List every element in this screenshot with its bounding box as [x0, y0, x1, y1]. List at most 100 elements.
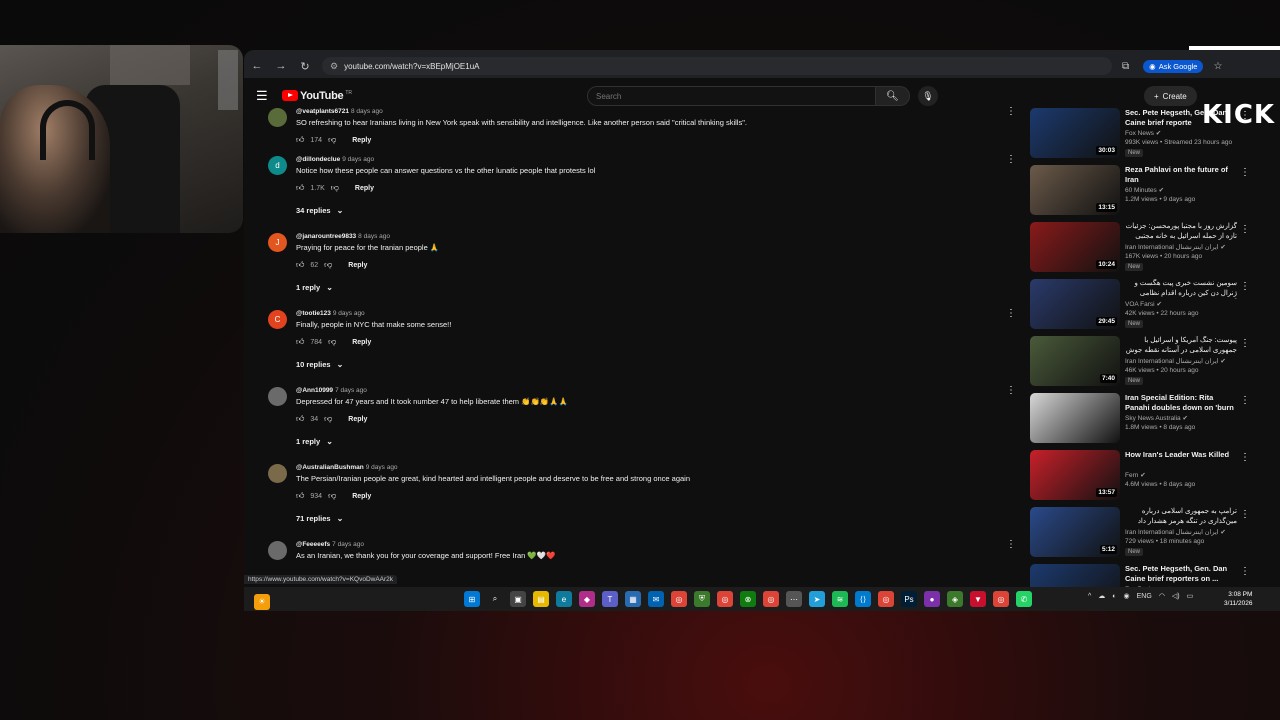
thumbs-down-icon[interactable]: 👎︎ — [324, 414, 332, 424]
replies-toggle[interactable]: 10 replies ⌄ — [296, 358, 1008, 387]
vscode-icon[interactable]: ⟨⟩ — [855, 591, 871, 607]
more-options-icon[interactable]: ⋮ — [1240, 566, 1250, 577]
avatar[interactable]: C — [268, 310, 287, 329]
avatar[interactable]: d — [268, 156, 287, 175]
thumbs-down-icon[interactable]: 👎︎ — [328, 337, 336, 347]
photoshop-icon[interactable]: Ps — [901, 591, 917, 607]
create-button[interactable]: + Create — [1144, 86, 1197, 106]
bookmark-star-icon[interactable]: ☆ — [1213, 61, 1222, 72]
app-green-icon[interactable]: ◈ — [947, 591, 963, 607]
more-options-icon[interactable]: ⋮ — [1240, 167, 1250, 178]
clock[interactable]: 3:08 PM 3/11/2026 — [1224, 590, 1252, 608]
search-input[interactable] — [587, 86, 876, 106]
thumbs-down-icon[interactable]: 👎︎ — [328, 135, 336, 145]
thumbs-down-icon[interactable]: 👎︎ — [324, 260, 332, 270]
more-options-icon[interactable]: ⋮ — [1006, 106, 1016, 117]
voice-search-button[interactable]: 🎙︎ — [918, 86, 938, 106]
thumbs-up-icon[interactable]: 👍︎ — [296, 135, 304, 145]
forward-icon[interactable]: → — [274, 60, 288, 72]
video-thumbnail[interactable]: 5:12 — [1030, 507, 1120, 557]
channel-name[interactable]: Iran International ایران اینترنشنال ✔ — [1125, 357, 1226, 365]
video-title[interactable]: Iran Special Edition: Rita Panahi double… — [1125, 393, 1237, 413]
reply-button[interactable]: Reply — [352, 493, 371, 500]
avatar[interactable] — [268, 541, 287, 560]
telegram-icon[interactable]: ➤ — [809, 591, 825, 607]
dots-app-icon[interactable]: ⋯ — [786, 591, 802, 607]
whatsapp-icon[interactable]: ✆ — [1016, 591, 1032, 607]
chevron-up-icon[interactable]: ^ — [1088, 593, 1091, 600]
search-icon[interactable]: ⌕ — [487, 591, 503, 607]
thumbs-down-icon[interactable]: 👎︎ — [331, 183, 339, 193]
tray-app-icon[interactable]: ◉ — [1124, 592, 1130, 600]
related-video[interactable]: 7:40 پیوست: جنگ آمریکا و اسرائیل با جمهور… — [1030, 336, 1270, 393]
video-thumbnail[interactable]: 13:15 — [1030, 165, 1120, 215]
replies-toggle[interactable]: 34 replies ⌄ — [296, 204, 1008, 233]
related-video[interactable]: Sec. Pete Hegseth, Gen. Dan Caine brief … — [1030, 564, 1270, 587]
task-view-icon[interactable]: ▣ — [510, 591, 526, 607]
related-video[interactable]: 29:45 سومین نشست خبری پیت هگست و ژنرال دن… — [1030, 279, 1270, 336]
search-button[interactable]: 🔍︎ — [876, 86, 910, 106]
back-icon[interactable]: ← — [250, 60, 264, 72]
related-video[interactable]: 13:15 Reza Pahlavi on the future of Iran 6… — [1030, 165, 1270, 222]
file-explorer-icon[interactable]: ▤ — [533, 591, 549, 607]
thumbs-up-icon[interactable]: 👍︎ — [296, 414, 304, 424]
obs-icon[interactable]: ● — [924, 591, 940, 607]
video-thumbnail[interactable]: 30:03 — [1030, 108, 1120, 158]
mail-icon[interactable]: ✉ — [648, 591, 664, 607]
more-options-icon[interactable]: ⋮ — [1006, 539, 1016, 550]
related-video[interactable]: 5:12 ترامپ به جمهوری اسلامی درباره مین‌گذ… — [1030, 507, 1270, 564]
channel-name[interactable]: 60 Minutes ✔ — [1125, 186, 1164, 194]
chrome-alt-icon[interactable]: ◎ — [763, 591, 779, 607]
avatar[interactable] — [268, 387, 287, 406]
comment-author[interactable]: @Feeeeefs — [296, 541, 330, 548]
channel-name[interactable]: Iran International ایران اینترنشنال ✔ — [1125, 528, 1226, 536]
video-thumbnail[interactable] — [1030, 393, 1120, 443]
related-video[interactable]: Iran Special Edition: Rita Panahi double… — [1030, 393, 1270, 450]
spotify-icon[interactable]: ≋ — [832, 591, 848, 607]
video-title[interactable]: پیوست: جنگ آمریکا و اسرائیل با جمهوری اس… — [1125, 336, 1237, 356]
video-thumbnail[interactable] — [1030, 564, 1120, 587]
thumbs-up-icon[interactable]: 👍︎ — [296, 260, 304, 270]
wifi-icon[interactable]: ◠ — [1159, 592, 1165, 600]
tray-app-icon[interactable]: ◐ — [1112, 593, 1116, 600]
replies-toggle[interactable]: 71 replies ⌄ — [296, 512, 1008, 541]
more-options-icon[interactable]: ⋮ — [1240, 281, 1250, 292]
battery-icon[interactable]: ▭ — [1187, 592, 1194, 600]
install-icon[interactable]: ⧉ — [1122, 61, 1129, 72]
comment-author[interactable]: @tootie123 — [296, 310, 331, 317]
ask-google-button[interactable]: ◉ Ask Google — [1143, 59, 1204, 73]
chrome-icon[interactable]: ◎ — [671, 591, 687, 607]
comment-author[interactable]: @dillondeclue — [296, 156, 340, 163]
teams-icon[interactable]: T — [602, 591, 618, 607]
copilot-icon[interactable]: ◆ — [579, 591, 595, 607]
edge-icon[interactable]: e — [556, 591, 572, 607]
avatar[interactable]: J — [268, 233, 287, 252]
video-title[interactable]: Reza Pahlavi on the future of Iran — [1125, 165, 1237, 185]
tray-app-icon[interactable]: ☁ — [1098, 592, 1105, 600]
reply-button[interactable]: Reply — [352, 137, 371, 144]
thumbs-up-icon[interactable]: 👍︎ — [296, 337, 304, 347]
menu-icon[interactable]: ☰ — [256, 88, 272, 104]
chrome-second-icon[interactable]: ◎ — [878, 591, 894, 607]
video-title[interactable]: Sec. Pete Hegseth, Gen. Dan Caine brief … — [1125, 564, 1237, 584]
video-title[interactable]: گزارش روز با مجتبا پورمحسن: جزئیات تازه … — [1125, 222, 1237, 242]
xbox-icon[interactable]: ⊗ — [740, 591, 756, 607]
more-options-icon[interactable]: ⋮ — [1006, 154, 1016, 165]
more-options-icon[interactable]: ⋮ — [1240, 395, 1250, 406]
video-title[interactable]: How Iran's Leader Was Killed — [1125, 450, 1237, 460]
reply-button[interactable]: Reply — [348, 416, 367, 423]
channel-name[interactable]: VOA Farsi ✔ — [1125, 300, 1162, 308]
site-info-icon[interactable]: ⚙ — [330, 61, 338, 72]
reload-icon[interactable]: ↻ — [298, 60, 312, 73]
url-bar[interactable]: ⚙ youtube.com/watch?v=xBEpMjOE1uA — [322, 57, 1112, 75]
youtube-logo[interactable]: YouTube TR — [282, 90, 352, 102]
more-options-icon[interactable]: ⋮ — [1240, 509, 1250, 520]
chrome-active-icon[interactable]: ◎ — [993, 591, 1009, 607]
shield-icon[interactable]: ⛨ — [694, 591, 710, 607]
video-thumbnail[interactable]: 7:40 — [1030, 336, 1120, 386]
more-options-icon[interactable]: ⋮ — [1006, 385, 1016, 396]
channel-name[interactable]: Sky News Australia ✔ — [1125, 414, 1188, 422]
weather-widget-icon[interactable]: ☀ — [254, 593, 270, 610]
more-options-icon[interactable]: ⋮ — [1006, 308, 1016, 319]
app-red-icon[interactable]: ▼ — [970, 591, 986, 607]
